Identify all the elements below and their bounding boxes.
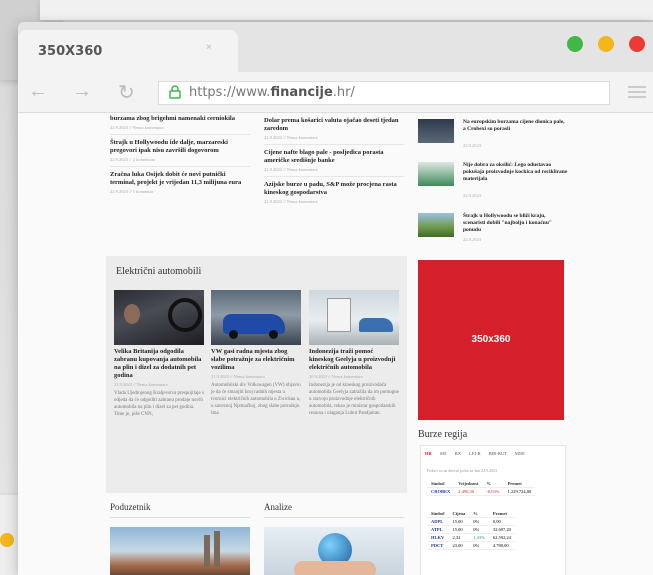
electric-cars-section: Električni automobili Velika Britanija o… <box>106 256 407 493</box>
table-row[interactable]: PDCT 23,00 0% 4.780,00 <box>427 541 515 550</box>
url-text: https://www.financije.hr/ <box>189 85 355 100</box>
tab-lei-r[interactable]: LEI-R <box>469 451 481 456</box>
article-image <box>211 290 301 345</box>
stocks-table: Simbol Cijena % Promet ADPL 15,00 0% 0,0… <box>427 510 515 550</box>
address-bar[interactable]: https://www.financije.hr/ <box>158 81 610 105</box>
article-thumbnail <box>418 213 454 237</box>
advertisement-banner[interactable]: 350x360 <box>418 260 564 420</box>
list-item[interactable]: Dolar prema košarici valuta ojačao deset… <box>264 117 404 140</box>
article-image[interactable] <box>264 527 404 575</box>
section-heading: Analize <box>264 502 292 512</box>
section-heading: Poduzetnik <box>110 502 151 512</box>
menu-icon[interactable] <box>628 86 646 101</box>
section-heading: Električni automobili <box>116 266 202 277</box>
table-row[interactable]: CROBEX 2.490,30 -0,03% 1.229.724,00 <box>427 487 536 496</box>
minimize-button[interactable] <box>598 36 614 52</box>
article-image <box>114 290 204 345</box>
article-card[interactable]: Indonezija traži pomoć kineskog Geelyja … <box>309 290 399 417</box>
background-window <box>40 0 653 20</box>
divider <box>264 517 404 518</box>
back-arrow-icon[interactable]: ← <box>28 80 48 103</box>
tab-bx[interactable]: BX <box>455 451 461 456</box>
tab-bir-but[interactable]: BIR-BUT <box>489 451 507 456</box>
divider <box>110 517 250 518</box>
tab-hr[interactable]: HR <box>425 451 432 456</box>
reload-icon[interactable]: ↻ <box>118 80 135 105</box>
table-row[interactable]: ATPL 15,00 0% 32.697,20 <box>427 525 515 534</box>
desktop-background: 350X360 × ← → ↻ https://www.financije.hr… <box>0 0 653 575</box>
close-button[interactable] <box>629 36 645 52</box>
article-thumbnail <box>418 119 454 143</box>
article-image[interactable] <box>110 527 250 575</box>
article-thumbnail <box>418 162 454 186</box>
table-row[interactable]: HLKV 2,32 1,43% 62.592,24 <box>427 533 515 542</box>
article-card[interactable]: Velika Britanija odgodila zabranu kupova… <box>114 290 204 418</box>
maximize-button[interactable] <box>567 36 583 52</box>
list-item[interactable]: Azijske burze u padu, S&P može procjena … <box>264 181 404 204</box>
tab-close-icon[interactable]: × <box>206 42 212 53</box>
exchange-tabs: HR SEI BX LEI-R BIR-BUT MNE <box>425 451 532 456</box>
browser-tab[interactable]: 350X360 × <box>18 30 238 72</box>
tab-title: 350X360 <box>38 44 103 59</box>
browser-window: 350X360 × ← → ↻ https://www.financije.hr… <box>18 22 653 575</box>
tab-mne[interactable]: MNE <box>515 451 525 456</box>
table-header-row: Simbol Cijena % Promet <box>427 510 515 518</box>
middle-article-list: Dolar prema košarici valuta ojačao deset… <box>264 117 404 204</box>
list-item[interactable]: Cijene nafte blago pale - posljedica por… <box>264 149 404 172</box>
table-header-row: Simbol Vrijednost % Promet <box>427 480 536 488</box>
section-heading: Burze regija <box>418 429 468 440</box>
article-card[interactable]: VW gasi radna mjesta zbog slabe potražnj… <box>211 290 301 417</box>
web-page: burzama zbog brigehmi namenaki cerniokil… <box>18 113 653 575</box>
data-note: Podaci su na dnevni pošto za dan 22.9.20… <box>427 468 498 473</box>
list-item[interactable]: burzama zbog brigehmi namenaki cerniokil… <box>110 115 250 130</box>
minimize-dot <box>0 533 14 547</box>
left-article-list: burzama zbog brigehmi namenaki cerniokil… <box>110 115 250 194</box>
table-row[interactable]: ADPL 15,00 0% 0,00 <box>427 517 515 526</box>
index-table: Simbol Vrijednost % Promet CROBEX 2.490,… <box>427 480 536 496</box>
list-item[interactable]: Štrajk u Hollywoodu ide dalje, marzaresk… <box>110 139 250 162</box>
list-item[interactable]: Zračna luka Osijek dobit će novi putničk… <box>110 171 250 194</box>
article-image <box>309 290 399 345</box>
stock-table-widget: HR SEI BX LEI-R BIR-BUT MNE Podaci su na… <box>420 445 566 575</box>
toolbar: ← → ↻ https://www.financije.hr/ <box>18 72 653 113</box>
lock-icon <box>169 85 181 99</box>
forward-arrow-icon[interactable]: → <box>72 80 92 103</box>
tab-sei[interactable]: SEI <box>440 451 447 456</box>
title-bar: 350X360 × <box>18 22 653 72</box>
